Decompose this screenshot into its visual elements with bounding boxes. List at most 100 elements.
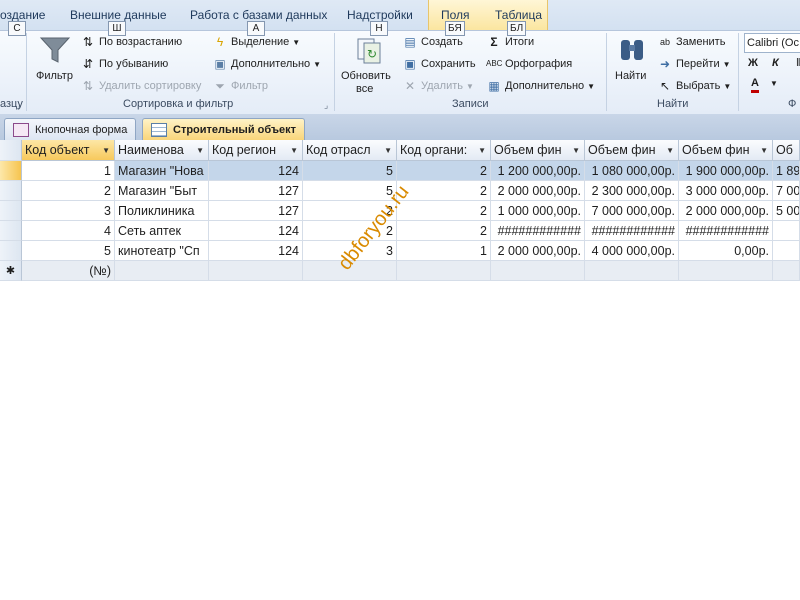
sort-ascending-button[interactable]: ⇅ По возрастанию: [80, 34, 182, 50]
font-color-button[interactable]: А: [751, 77, 759, 93]
table-cell[interactable]: 5 00: [773, 201, 800, 221]
table-cell[interactable]: 1 080 000,00р.: [585, 161, 679, 181]
table-cell[interactable]: 5: [303, 161, 397, 181]
doc-tab-building-object[interactable]: Строительный объект: [142, 118, 306, 140]
tab-create[interactable]: оздание: [0, 8, 45, 22]
table-cell[interactable]: 3: [22, 201, 115, 221]
goto-button[interactable]: ➜ Перейти ▼: [657, 56, 731, 72]
new-record-icon[interactable]: ✱: [0, 261, 22, 281]
table-cell[interactable]: 124: [209, 161, 303, 181]
table-cell[interactable]: Магазин "Быт: [115, 181, 209, 201]
record-selector[interactable]: [0, 201, 22, 221]
refresh-all-button[interactable]: ↻ Обновить все: [340, 33, 400, 97]
table-cell[interactable]: 7 000 000,00р.: [585, 201, 679, 221]
table-cell[interactable]: 1 89: [773, 161, 800, 181]
chevron-down-icon[interactable]: ▼: [760, 140, 768, 160]
table-cell[interactable]: 2: [397, 161, 491, 181]
tab-addins[interactable]: Надстройки: [347, 8, 413, 22]
tab-table[interactable]: Таблица: [495, 8, 542, 22]
replace-button[interactable]: ab Заменить: [657, 34, 725, 50]
advanced-filter-button[interactable]: ▣ Дополнительно ▼: [212, 56, 321, 72]
table-cell[interactable]: 7 00: [773, 181, 800, 201]
table-cell[interactable]: Магазин "Нова: [115, 161, 209, 181]
bold-button[interactable]: Ж: [748, 57, 758, 69]
table-cell[interactable]: 2 000 000,00р.: [491, 241, 585, 261]
table-cell[interactable]: Сеть аптек: [115, 221, 209, 241]
save-record-button[interactable]: ▣ Сохранить: [402, 56, 475, 72]
column-header[interactable]: Объем фин ▼: [679, 140, 773, 161]
chevron-down-icon[interactable]: ▼: [572, 140, 580, 160]
table-cell[interactable]: 1 200 000,00р.: [491, 161, 585, 181]
table-cell[interactable]: [773, 261, 800, 281]
table-cell[interactable]: 2 000 000,00р.: [679, 201, 773, 221]
tab-external-data[interactable]: Внешние данные: [70, 8, 167, 22]
record-selector[interactable]: [0, 221, 22, 241]
sort-descending-button[interactable]: ⇵ По убыванию: [80, 56, 168, 72]
table-cell[interactable]: кинотеатр "Сп: [115, 241, 209, 261]
column-header[interactable]: Об: [773, 140, 800, 161]
table-cell[interactable]: 124: [209, 241, 303, 261]
table-cell[interactable]: [491, 261, 585, 281]
table-cell[interactable]: 2 000 000,00р.: [491, 181, 585, 201]
table-cell[interactable]: [115, 261, 209, 281]
chevron-down-icon[interactable]: ▼: [770, 79, 778, 88]
column-header[interactable]: Код объект ▼: [22, 140, 115, 161]
table-cell[interactable]: 4 000 000,00р.: [585, 241, 679, 261]
column-header[interactable]: Наименова ▼: [115, 140, 209, 161]
selection-button[interactable]: ϟ Выделение ▼: [212, 34, 300, 50]
table-cell[interactable]: 1 000 000,00р.: [491, 201, 585, 221]
table-cell[interactable]: 4: [22, 221, 115, 241]
table-cell[interactable]: ############: [585, 221, 679, 241]
table-cell[interactable]: 3 000 000,00р.: [679, 181, 773, 201]
table-cell[interactable]: [585, 261, 679, 281]
underline-button[interactable]: ‖: [796, 57, 800, 69]
remove-sort-button[interactable]: ⇅ Удалить сортировку: [80, 78, 201, 94]
table-cell[interactable]: 127: [209, 181, 303, 201]
new-record-button[interactable]: ▤ Создать: [402, 34, 462, 50]
table-cell[interactable]: 2 300 000,00р.: [585, 181, 679, 201]
table-cell[interactable]: 5: [22, 241, 115, 261]
select-all-corner[interactable]: [0, 140, 22, 161]
chevron-down-icon[interactable]: ▼: [290, 140, 298, 160]
chevron-down-icon[interactable]: ▼: [384, 140, 392, 160]
table-cell[interactable]: [209, 261, 303, 281]
column-header[interactable]: Объем фин ▼: [585, 140, 679, 161]
toggle-filter-button[interactable]: ⏷ Фильтр: [212, 78, 268, 94]
column-header[interactable]: Объем фин ▼: [491, 140, 585, 161]
table-cell[interactable]: 2: [397, 201, 491, 221]
table-cell[interactable]: 1 900 000,00р.: [679, 161, 773, 181]
table-cell[interactable]: 127: [209, 201, 303, 221]
table-cell[interactable]: [773, 241, 800, 261]
dialog-launcher-icon[interactable]: ⌟: [16, 100, 20, 111]
chevron-down-icon[interactable]: ▼: [666, 140, 674, 160]
table-cell[interactable]: Поликлиника: [115, 201, 209, 221]
select-button[interactable]: ↖ Выбрать ▼: [657, 78, 731, 94]
table-cell[interactable]: 0,00р.: [679, 241, 773, 261]
chevron-down-icon[interactable]: ▼: [478, 140, 486, 160]
table-cell[interactable]: 2: [397, 221, 491, 241]
font-name-select[interactable]: Calibri (Ос: [744, 33, 800, 53]
table-cell[interactable]: 124: [209, 221, 303, 241]
record-selector[interactable]: [0, 241, 22, 261]
table-cell[interactable]: ############: [679, 221, 773, 241]
column-header[interactable]: Код регион ▼: [209, 140, 303, 161]
table-cell[interactable]: ############: [491, 221, 585, 241]
table-cell[interactable]: (№): [22, 261, 115, 281]
table-cell[interactable]: 2: [22, 181, 115, 201]
filter-button[interactable]: Фильтр: [34, 33, 76, 93]
tab-database-tools[interactable]: Работа с базами данных: [190, 8, 327, 22]
spelling-button[interactable]: ABC Орфография: [486, 56, 572, 72]
record-selector[interactable]: [0, 161, 22, 181]
more-records-button[interactable]: ▦ Дополнительно ▼: [486, 78, 595, 94]
column-header[interactable]: Код органи: ▼: [397, 140, 491, 161]
tab-fields[interactable]: Поля: [441, 8, 470, 22]
find-button[interactable]: Найти: [612, 33, 652, 93]
table-cell[interactable]: [397, 261, 491, 281]
doc-tab-switchboard[interactable]: Кнопочная форма: [4, 118, 137, 140]
table-cell[interactable]: [679, 261, 773, 281]
dialog-launcher-icon[interactable]: ⌟: [324, 100, 328, 111]
delete-record-button[interactable]: ✕ Удалить ▼: [402, 78, 474, 94]
table-cell[interactable]: 1: [22, 161, 115, 181]
table-cell[interactable]: 1: [397, 241, 491, 261]
table-cell[interactable]: [773, 221, 800, 241]
